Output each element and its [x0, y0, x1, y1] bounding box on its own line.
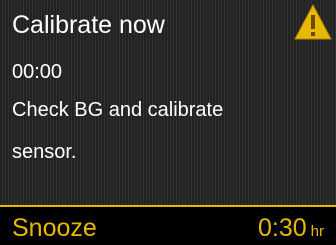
alert-message-line-2: sensor. [12, 141, 77, 163]
alert-message: Check BG and calibrate sensor. [12, 89, 302, 173]
snooze-duration-unit: hr [310, 223, 324, 240]
alert-title: Calibrate now [12, 11, 165, 39]
alert-screen: Calibrate now 00:00 Check BG and calibra… [0, 0, 336, 245]
snooze-bar[interactable]: Snooze 0:30 hr [0, 205, 336, 245]
warning-triangle-icon [294, 3, 332, 40]
alert-time: 00:00 [12, 61, 63, 83]
snooze-duration[interactable]: 0:30 hr [258, 213, 324, 245]
snooze-label[interactable]: Snooze [12, 213, 97, 243]
alert-message-line-1: Check BG and calibrate [12, 99, 224, 121]
snooze-duration-value: 0:30 [257, 214, 307, 242]
